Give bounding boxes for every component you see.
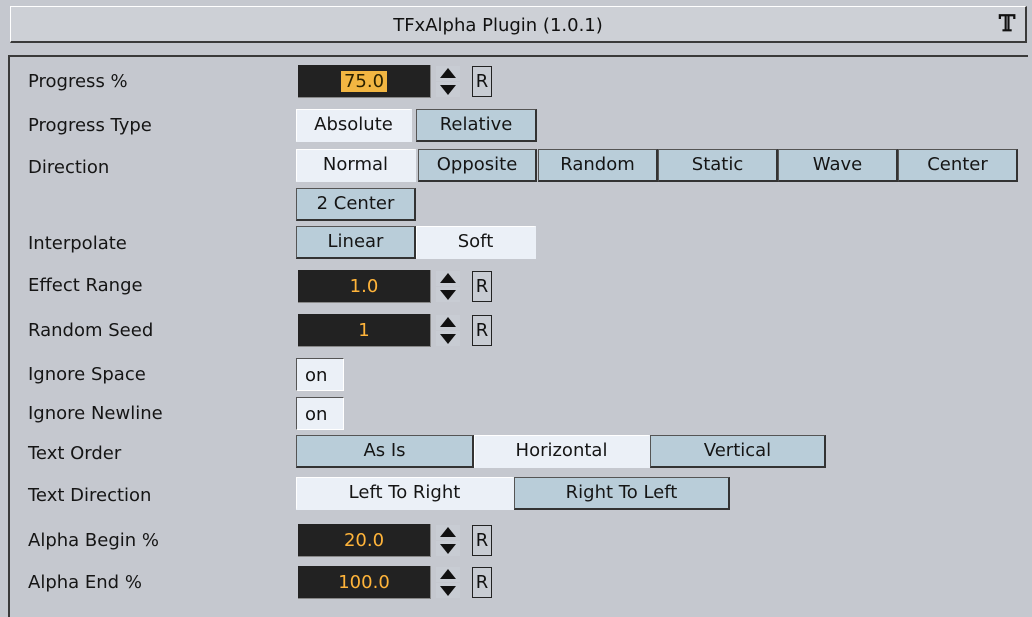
progress-reset-button[interactable]: R bbox=[472, 66, 492, 97]
spin-up-icon[interactable] bbox=[436, 525, 460, 540]
plugin-logo-icon[interactable]: 𝕋 bbox=[991, 10, 1023, 38]
effect-range-label: Effect Range bbox=[28, 275, 143, 296]
progress-type-label: Progress Type bbox=[28, 115, 152, 136]
direction-static-button[interactable]: Static bbox=[658, 149, 778, 182]
spin-up-icon[interactable] bbox=[436, 271, 460, 286]
alpha-end-field[interactable]: 100.0 bbox=[298, 566, 431, 599]
spin-down-icon[interactable] bbox=[436, 583, 460, 598]
plugin-title-bar: TFxAlpha Plugin (1.0.1) 𝕋 bbox=[10, 6, 1027, 43]
direction-opposite-button[interactable]: Opposite bbox=[418, 149, 537, 182]
random-seed-field[interactable]: 1 bbox=[298, 314, 431, 347]
spin-down-icon[interactable] bbox=[436, 331, 460, 346]
direction-2center-button[interactable]: 2 Center bbox=[296, 188, 416, 221]
direction-label: Direction bbox=[28, 157, 110, 178]
text-direction-label: Text Direction bbox=[28, 485, 152, 506]
ignore-space-label: Ignore Space bbox=[28, 364, 146, 385]
direction-normal-button[interactable]: Normal bbox=[296, 149, 416, 182]
spin-down-icon[interactable] bbox=[436, 287, 460, 302]
progress-spinner[interactable] bbox=[435, 65, 461, 98]
progress-type-relative-button[interactable]: Relative bbox=[416, 109, 537, 142]
effect-range-reset-button[interactable]: R bbox=[472, 271, 492, 302]
alpha-begin-reset-button[interactable]: R bbox=[472, 525, 492, 556]
direction-center-button[interactable]: Center bbox=[898, 149, 1018, 182]
spin-up-icon[interactable] bbox=[436, 315, 460, 330]
ignore-space-toggle[interactable]: on bbox=[296, 358, 344, 391]
random-seed-reset-button[interactable]: R bbox=[472, 315, 492, 346]
spin-down-icon[interactable] bbox=[436, 541, 460, 556]
alpha-end-reset-button[interactable]: R bbox=[472, 567, 492, 598]
spin-down-icon[interactable] bbox=[436, 82, 460, 97]
alpha-begin-label: Alpha Begin % bbox=[28, 530, 159, 551]
effect-range-field[interactable]: 1.0 bbox=[298, 270, 431, 303]
interpolate-soft-button[interactable]: Soft bbox=[416, 226, 536, 259]
plugin-title: TFxAlpha Plugin (1.0.1) bbox=[393, 15, 603, 36]
progress-type-absolute-button[interactable]: Absolute bbox=[296, 109, 412, 142]
random-seed-spinner[interactable] bbox=[435, 314, 461, 347]
text-direction-rtl-button[interactable]: Right To Left bbox=[514, 477, 730, 510]
alpha-begin-spinner[interactable] bbox=[435, 524, 461, 557]
spin-up-icon[interactable] bbox=[436, 66, 460, 81]
interpolate-label: Interpolate bbox=[28, 233, 127, 254]
progress-label: Progress % bbox=[28, 71, 128, 92]
alpha-end-spinner[interactable] bbox=[435, 566, 461, 599]
text-direction-ltr-button[interactable]: Left To Right bbox=[296, 477, 514, 510]
text-order-horizontal-button[interactable]: Horizontal bbox=[474, 435, 650, 468]
direction-wave-button[interactable]: Wave bbox=[778, 149, 898, 182]
alpha-end-label: Alpha End % bbox=[28, 572, 142, 593]
interpolate-linear-button[interactable]: Linear bbox=[296, 226, 416, 259]
text-order-vertical-button[interactable]: Vertical bbox=[650, 435, 826, 468]
text-order-label: Text Order bbox=[28, 443, 122, 464]
direction-random-button[interactable]: Random bbox=[538, 149, 658, 182]
ignore-newline-label: Ignore Newline bbox=[28, 403, 163, 424]
plugin-panel: TFxAlpha Plugin (1.0.1) 𝕋 Progress % 75.… bbox=[0, 0, 1032, 617]
effect-range-spinner[interactable] bbox=[435, 270, 461, 303]
random-seed-label: Random Seed bbox=[28, 320, 154, 341]
alpha-begin-field[interactable]: 20.0 bbox=[298, 524, 431, 557]
spin-up-icon[interactable] bbox=[436, 567, 460, 582]
progress-field[interactable]: 75.0 bbox=[298, 65, 431, 98]
ignore-newline-toggle[interactable]: on bbox=[296, 397, 344, 430]
text-order-asis-button[interactable]: As Is bbox=[296, 435, 474, 468]
